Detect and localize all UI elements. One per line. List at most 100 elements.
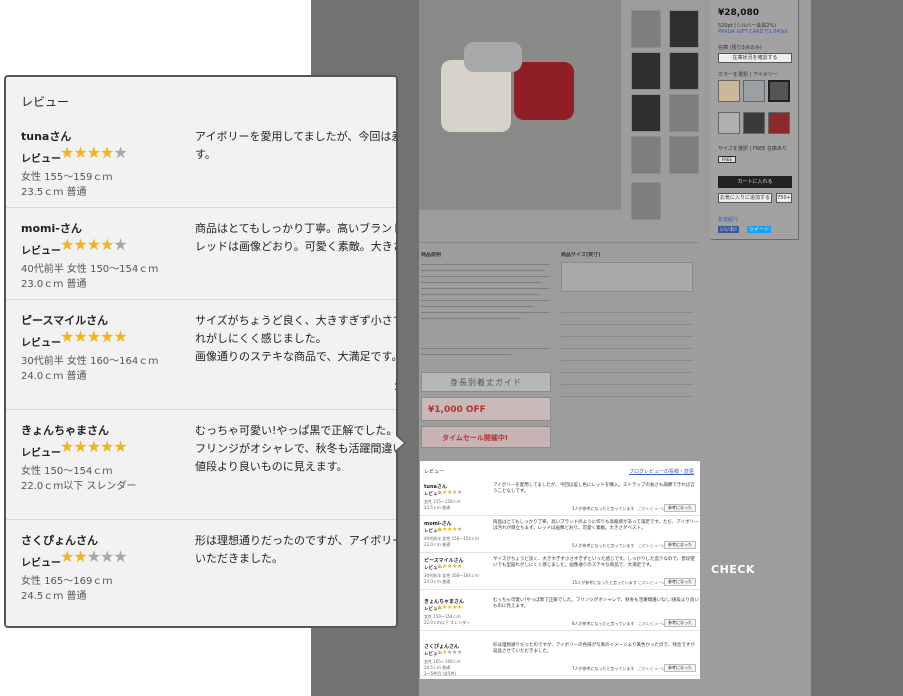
- reviewer-name: きょんちゃまさん: [21, 424, 109, 437]
- helpful-button[interactable]: 参考になった: [664, 578, 696, 586]
- timesale-banner[interactable]: タイムセール開催中!: [421, 426, 551, 448]
- star-filled-icon: ★: [113, 437, 127, 456]
- thumbnail-2[interactable]: [669, 10, 699, 48]
- points-sub: PRADA GIFT CARDで1,040pt: [718, 29, 788, 35]
- star-filled-icon: ★: [456, 604, 462, 611]
- star-empty-icon: ★: [456, 489, 462, 496]
- screenshot-stage: 商品説明 商品サイズ(実寸) 身長別着丈ガイド ¥1,000 OFF タイムセー…: [0, 0, 903, 696]
- star-empty-icon: ★: [100, 547, 114, 566]
- review-post-link[interactable]: ブログレビューの投稿・変更: [629, 468, 694, 475]
- favorite-button[interactable]: お気に入りに追加する: [718, 193, 772, 203]
- color-swatch-2[interactable]: [743, 80, 765, 102]
- helpful-button[interactable]: 参考になった: [664, 619, 696, 627]
- reviewer-size: 24.5ｃｍ 普通: [21, 591, 87, 602]
- star-empty-icon: ★: [86, 547, 101, 566]
- rating-label: レビュー: [21, 338, 61, 349]
- thumbnail-8[interactable]: [669, 136, 699, 174]
- helpful-button[interactable]: 参考になった: [664, 504, 696, 512]
- helpful-count: 8人が参考になったと言っています: [572, 621, 635, 626]
- star-filled-icon: ★: [86, 143, 101, 162]
- color-swatch-6[interactable]: [768, 112, 790, 134]
- thumbnail-3[interactable]: [631, 52, 661, 90]
- review-zoom-callout: レビュー tunaさん レビュー ★★★★★ 女性 155〜159ｃｍ 23.5ｃｍ 普…: [4, 75, 398, 628]
- color-swatch-4[interactable]: [718, 112, 740, 134]
- size-table: [561, 262, 693, 292]
- report-link[interactable]: このレビューは: [638, 543, 666, 549]
- reviewer-profile: 女性 165〜169ｃｍ: [21, 576, 113, 587]
- reviews-title: レビュー: [424, 469, 445, 475]
- helpful-count: 1人が参考になったと言っています: [572, 506, 635, 511]
- thumbnail-5[interactable]: [631, 94, 661, 132]
- thumbnail-7[interactable]: [631, 136, 661, 174]
- size-option[interactable]: FREE: [718, 156, 736, 163]
- review-text: サイズがちょうど良く、大きすぎず小さすぎずといった感じです。しっかりした造りなの…: [493, 557, 695, 568]
- rating-label: レビュー: [21, 558, 61, 569]
- stock-check-button[interactable]: 在庫状況を確認する: [718, 53, 792, 63]
- star-filled-icon: ★: [86, 235, 101, 254]
- review-text: 形は理想通りだったのですが、アイボリーの色 いただきました。: [195, 534, 396, 565]
- red-bag-image: [514, 62, 574, 120]
- reviewer-name: さくぴょんさん: [21, 534, 98, 547]
- reviewer-profile: 40代前半 女性 150〜154ｃｍ: [21, 264, 159, 275]
- report-link[interactable]: このレビューは: [638, 580, 666, 586]
- thumbnail-1[interactable]: [631, 10, 661, 48]
- rating-label: レビュー: [21, 448, 61, 459]
- report-link[interactable]: このレビューは: [638, 666, 666, 672]
- star-empty-icon: ★: [456, 526, 462, 533]
- reviewer-size: 23.5ｃｍ 普通: [21, 187, 87, 198]
- star-filled-icon: ★: [100, 235, 114, 254]
- star-filled-icon: ★: [73, 547, 87, 566]
- thumbnail-4[interactable]: [669, 52, 699, 90]
- color-swatch-5[interactable]: [743, 112, 765, 134]
- reviews-pagination: 1〜5件目 (全5件): [424, 671, 457, 676]
- star-empty-icon: ★: [113, 235, 127, 254]
- reviewer-name: ピースマイルさん: [21, 314, 109, 327]
- callout-review-row: さくぴょんさん レビュー ★★★★★ 女性 165〜169ｃｍ 24.5ｃｍ 普通 形は理…: [6, 532, 396, 612]
- mini-review-row: さくぴょんさん レビュー ★★★★★ 女性 165〜169ｃｍ 24.5ｃｍ 普通 形は理…: [420, 639, 700, 676]
- star-filled-icon: ★: [73, 143, 87, 162]
- star-filled-icon: ★: [113, 327, 127, 346]
- reviewer-size: 22.0ｃｍ以下 スレンダー: [21, 481, 137, 492]
- star-filled-icon: ★: [100, 437, 114, 456]
- coupon-banner[interactable]: ¥1,000 OFF: [421, 397, 551, 421]
- callout-review-row: きょんちゃまさん レビュー ★★★★★ 女性 150〜154ｃｍ 22.0ｃｍ以下 スレ…: [6, 422, 396, 520]
- star-rating: ★★★★★: [437, 526, 462, 533]
- report-link[interactable]: このレビューは: [638, 506, 666, 512]
- reviewer-name: tunaさん: [21, 130, 72, 143]
- reviewer-size: 23.0ｃｍ 普通: [424, 542, 451, 547]
- main-product-photo: [419, 0, 621, 210]
- callout-title: レビュー: [21, 95, 70, 109]
- share-link[interactable]: 友達紹介: [718, 216, 738, 223]
- facebook-like-button[interactable]: いいね!: [718, 226, 740, 233]
- size-label: サイズを選択 | FREE 在庫あり: [718, 146, 787, 152]
- reviewer-size: 23.0ｃｍ 普通: [21, 279, 87, 290]
- review-text: サイズがちょうど良く、大きすぎず小さすぎず れがしにくく感じました。 画像通りの…: [195, 314, 398, 363]
- star-filled-icon: ★: [60, 437, 74, 456]
- star-rating: ★★★★★: [437, 489, 462, 496]
- star-rating: ★★★★★: [60, 143, 128, 162]
- reviewer-profile: 女性 150〜154ｃｍ: [21, 466, 113, 477]
- helpful-button[interactable]: 参考になった: [664, 664, 696, 672]
- add-to-cart-button[interactable]: カートに入れる: [718, 176, 792, 188]
- tweet-button[interactable]: ツイート: [747, 226, 772, 233]
- mini-review-row: momi-さん レビュー ★★★★★ 40代前半 女性 150〜154ｃｍ 23.0ｃｍ…: [420, 516, 700, 553]
- star-rating: ★★★★★: [437, 563, 462, 570]
- star-rating: ★★★★★: [60, 327, 128, 346]
- reviews-section: レビュー ブログレビューの投稿・変更 tunaさん レビュー ★★★★★ 女性 155…: [420, 461, 700, 679]
- thumbnail-6[interactable]: [669, 94, 699, 132]
- color-swatch-1[interactable]: [718, 80, 740, 102]
- thumbnail-9[interactable]: [631, 182, 661, 220]
- review-text: アイボリーを愛用してましたが、今回は差し色 す。: [195, 130, 396, 161]
- star-filled-icon: ★: [86, 437, 101, 456]
- helpful-button[interactable]: 参考になった: [664, 541, 696, 549]
- star-filled-icon: ★: [100, 143, 114, 162]
- size-guide-banner[interactable]: 身長別着丈ガイド: [421, 372, 551, 392]
- report-link[interactable]: このレビューは: [638, 621, 666, 627]
- reviewer-name: momi-さん: [21, 222, 82, 235]
- color-swatch-3[interactable]: [768, 80, 790, 102]
- divider: [419, 242, 699, 243]
- review-text: 形は理想通りだったのですが、アイボリーの色味が写真のイメージより黄色かったので、…: [493, 643, 695, 654]
- rating-label: レビュー: [21, 154, 61, 165]
- star-filled-icon: ★: [73, 327, 87, 346]
- star-filled-icon: ★: [73, 437, 87, 456]
